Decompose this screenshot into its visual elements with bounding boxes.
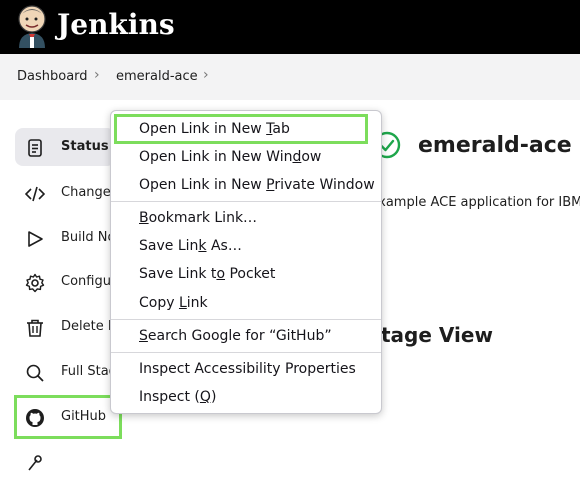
- breadcrumb-dashboard[interactable]: Dashboard: [17, 69, 88, 84]
- sidebar-item-next[interactable]: [15, 442, 115, 480]
- page-title: emerald-ace: [418, 133, 572, 158]
- menu-item-save-link-as[interactable]: Save Link As…: [139, 237, 242, 255]
- menu-item-copy-link[interactable]: Copy Link: [139, 294, 208, 312]
- menu-separator: [111, 319, 381, 320]
- context-menu: Open Link in New Tab Open Link in New Wi…: [110, 110, 382, 414]
- chevron-right-icon: ›: [94, 67, 100, 83]
- sidebar-item-build-now[interactable]: Build Now: [15, 219, 126, 257]
- top-bar: Jenkins: [0, 0, 580, 54]
- search-icon: [26, 364, 44, 382]
- trash-icon: [27, 319, 43, 337]
- stage-view-heading: tage View: [381, 323, 493, 347]
- sidebar-item-changes[interactable]: Changes: [15, 174, 118, 212]
- code-icon: [25, 186, 45, 202]
- menu-separator: [111, 201, 381, 202]
- github-highlight: [14, 395, 122, 439]
- breadcrumb: Dashboard › emerald-ace ›: [0, 54, 580, 100]
- menu-item-open-new-window[interactable]: Open Link in New Window: [139, 148, 321, 166]
- menu-item-search-google[interactable]: Search Google for “GitHub”: [139, 327, 332, 345]
- sidebar-item-label: Status: [61, 139, 109, 154]
- pipeline-icon: [28, 455, 42, 471]
- open-new-tab-highlight: [114, 114, 368, 144]
- menu-item-inspect[interactable]: Inspect (Q): [139, 388, 216, 406]
- gear-icon: [25, 273, 45, 293]
- menu-item-bookmark-link[interactable]: Bookmark Link…: [139, 209, 257, 227]
- menu-item-open-private-window[interactable]: Open Link in New Private Window: [139, 176, 375, 194]
- sidebar-item-configure[interactable]: Configure: [15, 263, 124, 301]
- jenkins-logo-icon[interactable]: [15, 4, 49, 48]
- menu-item-save-to-pocket[interactable]: Save Link to Pocket: [139, 265, 275, 283]
- play-icon: [28, 231, 43, 247]
- menu-item-inspect-accessibility[interactable]: Inspect Accessibility Properties: [139, 360, 356, 378]
- sidebar-item-full-stage-view[interactable]: Full Stage View: [15, 353, 160, 391]
- sidebar-item-delete[interactable]: Delete Pipeline: [15, 308, 159, 346]
- chevron-right-icon[interactable]: ›: [203, 67, 209, 83]
- project-description: n example ACE application for IBM: [358, 195, 580, 210]
- breadcrumb-project[interactable]: emerald-ace: [116, 69, 198, 84]
- sidebar-item-status[interactable]: Status: [15, 128, 115, 166]
- brand-title[interactable]: Jenkins: [57, 8, 175, 42]
- menu-separator: [111, 352, 381, 353]
- document-icon: [28, 139, 42, 157]
